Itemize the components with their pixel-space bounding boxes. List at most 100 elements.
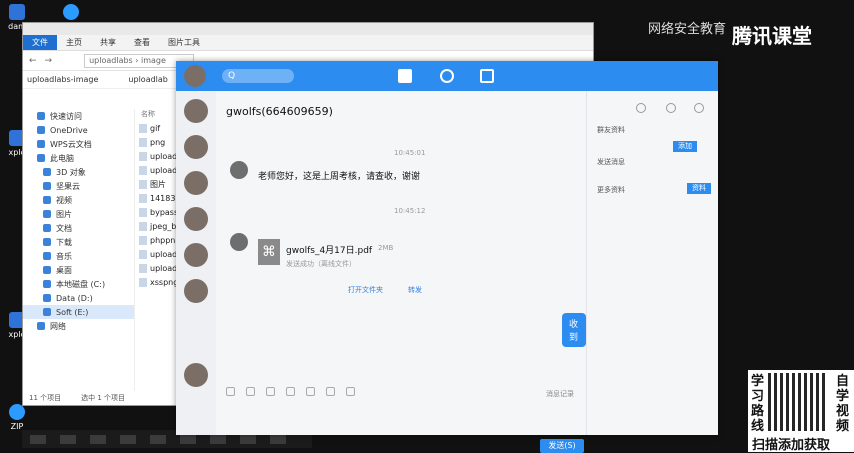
taskbar-item[interactable] bbox=[270, 434, 286, 444]
nav-item[interactable]: 网络 bbox=[23, 319, 134, 333]
conversation-avatar[interactable] bbox=[184, 363, 208, 387]
watermark-text: 网络安全教育 bbox=[648, 22, 727, 37]
file-item-label: bypass bbox=[150, 207, 179, 217]
qr-code bbox=[768, 373, 826, 431]
nav-item-icon bbox=[37, 112, 45, 120]
conversation-avatar[interactable] bbox=[184, 135, 208, 159]
nav-item-icon bbox=[43, 210, 51, 218]
chat-body: gwolfs(664609659) 10:45:01 老师您好，这是上周考核，请… bbox=[216, 91, 586, 453]
file-icon bbox=[139, 151, 147, 161]
nav-item-icon bbox=[37, 154, 45, 162]
scissors-icon[interactable] bbox=[266, 387, 275, 396]
qr-left-text: 学习路线 bbox=[751, 374, 765, 434]
location-tab[interactable]: uploadlab bbox=[128, 75, 167, 84]
contacts-icon[interactable] bbox=[440, 69, 454, 83]
message-text: 老师您好，这是上周考核，请查收，谢谢 bbox=[258, 172, 421, 182]
apps-icon[interactable] bbox=[480, 69, 494, 83]
nav-item-label: 图片 bbox=[56, 209, 72, 219]
folder-icon[interactable] bbox=[286, 387, 295, 396]
image-icon[interactable] bbox=[306, 387, 315, 396]
nav-item[interactable]: 本地磁盘 (C:) bbox=[23, 277, 134, 291]
open-folder-link[interactable]: 打开文件夹 bbox=[348, 285, 383, 295]
selected-count: 选中 1 个项目 bbox=[81, 394, 126, 402]
send-message-link[interactable]: 发送消息 bbox=[597, 157, 625, 167]
file-message[interactable]: ⌘ gwolfs_4月17日.pdf 2MB 发送成功（离线文件） bbox=[258, 239, 430, 273]
forward-arrow-icon[interactable]: → bbox=[45, 56, 53, 66]
file-name[interactable]: gwolfs_4月17日.pdf bbox=[286, 243, 372, 256]
message-time: 10:45:01 bbox=[394, 149, 426, 157]
message-history-button[interactable]: 消息记录 bbox=[546, 389, 574, 399]
message-icon[interactable] bbox=[398, 69, 412, 83]
emoji-icon[interactable] bbox=[246, 387, 255, 396]
nav-item-label: 坚果云 bbox=[56, 181, 80, 191]
ribbon-tab[interactable]: 查看 bbox=[125, 37, 159, 48]
nav-item[interactable]: 桌面 bbox=[23, 263, 134, 277]
chat-header: Q bbox=[176, 61, 718, 91]
nav-item[interactable]: 快速访问 bbox=[23, 109, 134, 123]
nav-item[interactable]: 坚果云 bbox=[23, 179, 134, 193]
send-button[interactable]: 发送(S) bbox=[540, 439, 584, 453]
ribbon-tab[interactable]: 主页 bbox=[57, 37, 91, 48]
nav-item-icon bbox=[43, 266, 51, 274]
ribbon-tab[interactable]: 文件 bbox=[23, 35, 57, 50]
desktop-icon[interactable]: ZIP bbox=[0, 404, 34, 431]
taskbar-item[interactable] bbox=[240, 434, 256, 444]
conversation-avatar[interactable] bbox=[184, 279, 208, 303]
add-button[interactable]: 添加 bbox=[673, 141, 697, 152]
user-avatar[interactable] bbox=[184, 65, 206, 87]
nav-item[interactable]: 文档 bbox=[23, 221, 134, 235]
back-arrow-icon[interactable]: ← bbox=[29, 56, 37, 66]
file-item-label: upload bbox=[150, 151, 178, 161]
pdf-icon: ⌘ bbox=[258, 239, 280, 265]
nav-item[interactable]: 视频 bbox=[23, 193, 134, 207]
nav-item[interactable]: OneDrive bbox=[23, 123, 134, 137]
taskbar-item[interactable] bbox=[90, 434, 106, 444]
forward-link[interactable]: 转发 bbox=[408, 285, 422, 295]
sender-avatar[interactable] bbox=[230, 233, 248, 251]
ribbon-tab[interactable]: 共享 bbox=[91, 37, 125, 48]
explorer-titlebar[interactable] bbox=[23, 23, 593, 35]
ribbon-tab[interactable]: 图片工具 bbox=[159, 37, 209, 48]
contact-name: gwolfs(664609659) bbox=[226, 105, 333, 118]
conversation-list bbox=[176, 91, 216, 435]
nav-item-label: 桌面 bbox=[56, 265, 72, 275]
more-icon[interactable] bbox=[346, 387, 355, 396]
nav-item[interactable]: 此电脑 bbox=[23, 151, 134, 165]
navigation-pane: 快速访问 OneDrive WPS云文档此电脑 3D 对象坚果云视频图片文档下载 音乐桌… bbox=[23, 109, 135, 391]
nav-item-label: 文档 bbox=[56, 223, 72, 233]
file-icon bbox=[139, 179, 147, 189]
file-item-label: jpeg_b bbox=[150, 221, 177, 231]
conversation-avatar[interactable] bbox=[184, 171, 208, 195]
search-input[interactable]: Q bbox=[222, 69, 294, 83]
nav-item-label: 本地磁盘 (C:) bbox=[56, 279, 106, 289]
more-info-link[interactable]: 更多资料 bbox=[597, 185, 625, 195]
nav-item-label: 3D 对象 bbox=[56, 167, 86, 177]
sender-avatar[interactable] bbox=[230, 161, 248, 179]
file-icon bbox=[139, 165, 147, 175]
taskbar-item[interactable] bbox=[120, 434, 136, 444]
taskbar-item[interactable] bbox=[180, 434, 196, 444]
conversation-avatar[interactable] bbox=[184, 99, 208, 123]
taskbar-item[interactable] bbox=[60, 434, 76, 444]
nav-item[interactable]: 下载 bbox=[23, 235, 134, 249]
nav-item[interactable]: Soft (E:) bbox=[23, 305, 134, 319]
nav-item[interactable]: 音乐 bbox=[23, 249, 134, 263]
nav-item[interactable]: Data (D:) bbox=[23, 291, 134, 305]
font-icon[interactable] bbox=[226, 387, 235, 396]
location-tab[interactable]: uploadlabs-image bbox=[27, 75, 98, 84]
taskbar-item[interactable] bbox=[30, 434, 46, 444]
mic-icon[interactable] bbox=[326, 387, 335, 396]
conversation-avatar[interactable] bbox=[184, 243, 208, 267]
nav-item[interactable]: 图片 bbox=[23, 207, 134, 221]
nav-item-label: WPS云文档 bbox=[50, 139, 92, 149]
nav-item[interactable]: 3D 对象 bbox=[23, 165, 134, 179]
info-tab-active[interactable]: 资料 bbox=[687, 183, 711, 194]
file-item-label: png bbox=[150, 137, 166, 147]
chat-window[interactable]: Q gwolfs(664609659) 10:45:01 老师您好，这是上周考核… bbox=[176, 61, 718, 453]
taskbar-item[interactable] bbox=[210, 434, 226, 444]
file-item-label: gif bbox=[150, 123, 161, 133]
conversation-avatar[interactable] bbox=[184, 207, 208, 231]
nav-item[interactable]: WPS云文档 bbox=[23, 137, 134, 151]
input-toolbar bbox=[226, 387, 355, 396]
taskbar-item[interactable] bbox=[150, 434, 166, 444]
